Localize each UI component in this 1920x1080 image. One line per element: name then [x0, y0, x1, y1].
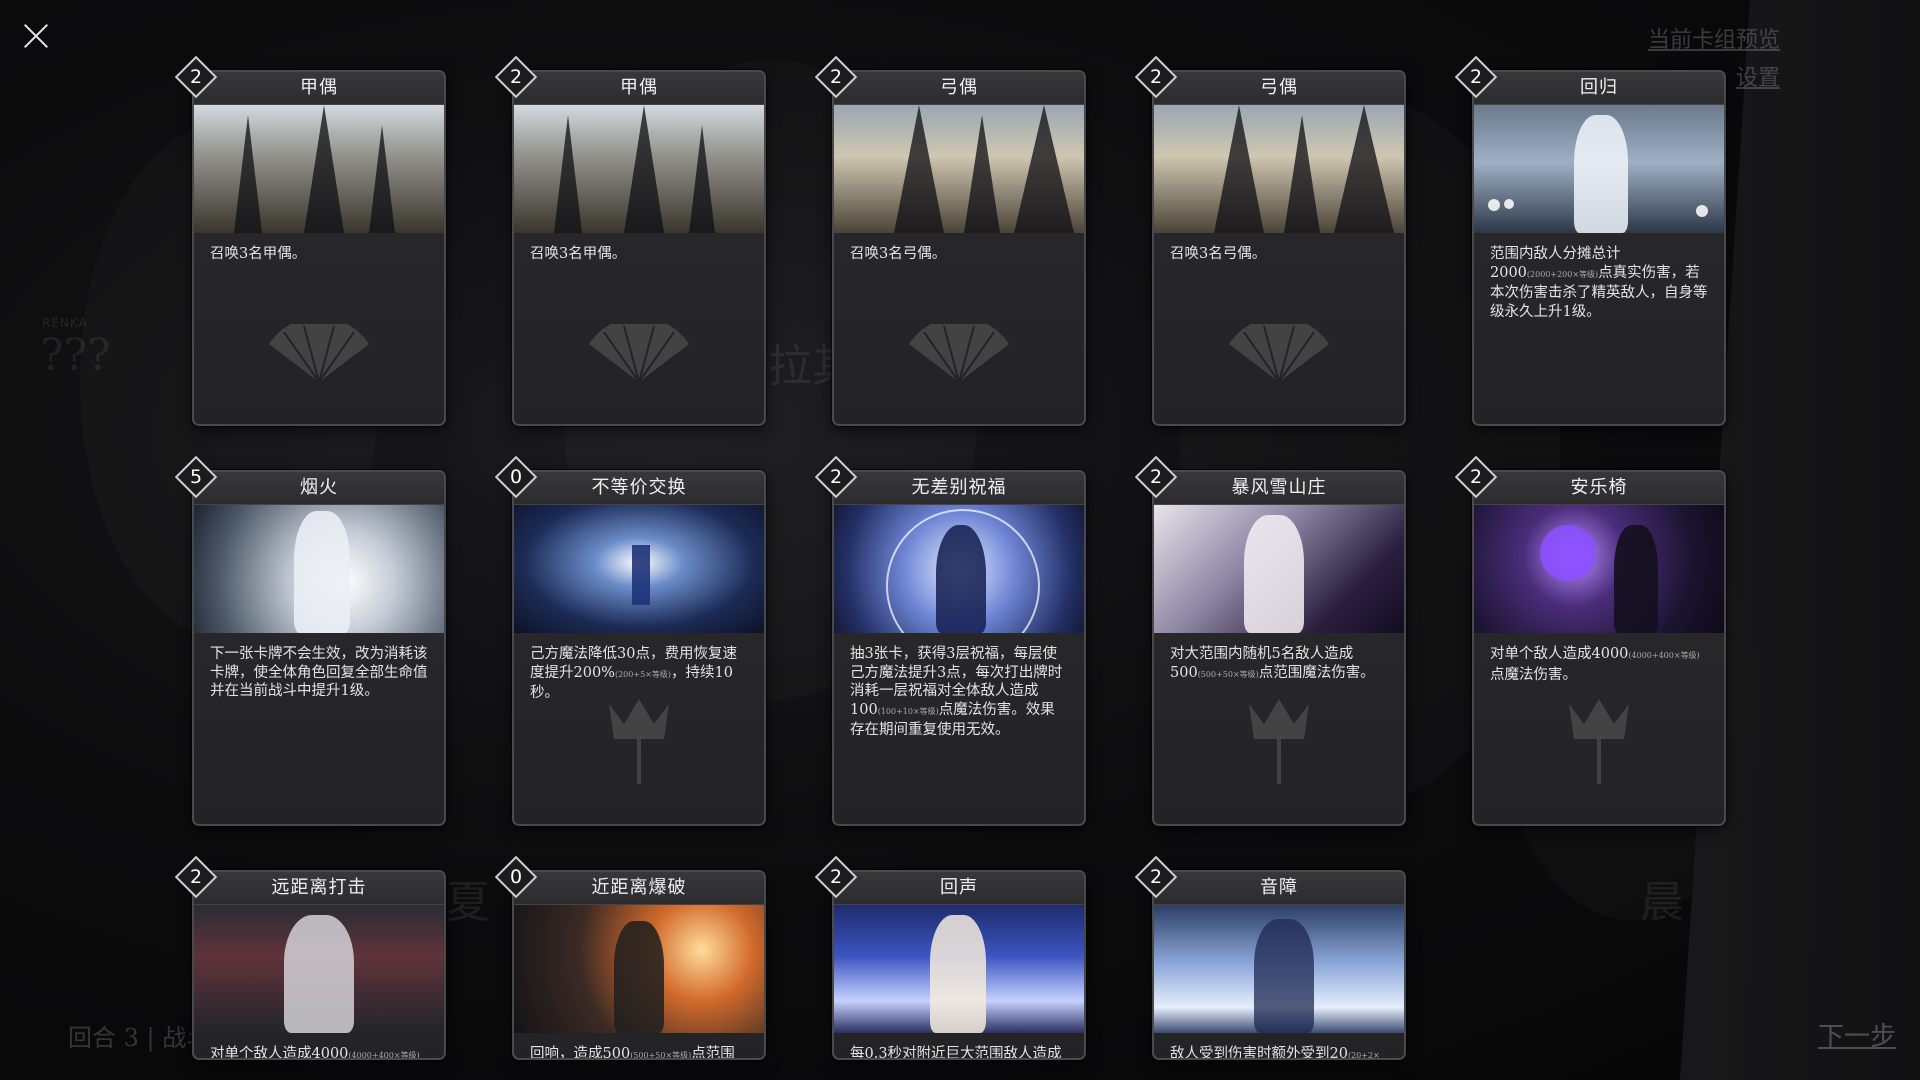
- card-art: [514, 505, 764, 633]
- card-indiscriminate-blessing[interactable]: 无差别祝福 抽3张卡，获得3层祝福，每层使己方魔法提升3点，每次打出牌时消耗一层…: [832, 470, 1086, 826]
- card-description: 范围内敌人分摊总计2000(2000+200×等级)点真实伤害，若本次伤害击杀了…: [1490, 246, 1708, 320]
- card-title: 安乐椅: [1474, 472, 1724, 505]
- card-armor-puppet[interactable]: 甲偶 召唤3名甲偶。: [512, 70, 766, 426]
- card-title: 甲偶: [514, 72, 764, 105]
- card-art: [834, 505, 1084, 633]
- card-description: 每0.3秒对附近巨大范围敌人造成: [850, 1046, 1062, 1060]
- next-step-button[interactable]: 下一步: [1818, 1016, 1896, 1053]
- card-art: [1474, 105, 1724, 233]
- card-art: [1154, 105, 1404, 233]
- card-art: [1474, 505, 1724, 633]
- card-title: 无差别祝福: [834, 472, 1084, 505]
- card-description: 回响，造成500(500+50×等级)点范围: [530, 1046, 735, 1060]
- settings-link[interactable]: 设置: [1736, 60, 1780, 92]
- card-close-blast[interactable]: 近距离爆破 回响，造成500(500+50×等级)点范围: [512, 870, 766, 1060]
- card-description: 对大范围内随机5名敌人造成500(500+50×等级)点范围魔法伤害。: [1170, 646, 1375, 681]
- card-art: [834, 905, 1084, 1033]
- deck-preview-link[interactable]: 当前卡组预览: [1648, 22, 1780, 54]
- card-art: [1154, 505, 1404, 633]
- game-screen: RENKA ??? 拉其 夏 晨 当前卡组预览 设置 回合 3 | 战斗 下一步…: [0, 0, 1920, 1080]
- fan-icon: [909, 324, 1009, 383]
- card-ranged-strike[interactable]: 远距离打击 对单个敌人造成4000(4000+400×等级): [192, 870, 446, 1060]
- card-title: 不等价交换: [514, 472, 764, 505]
- card-snowstorm-villa[interactable]: 暴风雪山庄 对大范围内随机5名敌人造成500(500+50×等级)点范围魔法伤害…: [1152, 470, 1406, 826]
- card-firework[interactable]: 烟火 下一张卡牌不会生效，改为消耗该卡牌，使全体角色回复全部生命值并在当前战斗中…: [192, 470, 446, 826]
- fan-icon: [589, 324, 689, 383]
- card-art: [194, 505, 444, 633]
- card-art: [194, 905, 444, 1033]
- crown-emblem-icon: [1249, 699, 1309, 784]
- card-description: 己方魔法降低30点，费用恢复速度提升200%(200+5×等级)，持续10秒。: [530, 646, 737, 701]
- card-echo[interactable]: 回声 每0.3秒对附近巨大范围敌人造成: [832, 870, 1086, 1060]
- card-title: 烟火: [194, 472, 444, 505]
- close-icon[interactable]: [18, 18, 54, 54]
- card-description: 召唤3名甲偶。: [530, 246, 627, 262]
- card-title: 弓偶: [1154, 72, 1404, 105]
- card-title: 暴风雪山庄: [1154, 472, 1404, 505]
- card-description: 抽3张卡，获得3层祝福，每层使己方魔法提升3点，每次打出牌时消耗一层祝福对全体敌…: [850, 646, 1063, 738]
- card-return[interactable]: 回归 范围内敌人分摊总计2000(2000+200×等级)点真实伤害，若本次伤害…: [1472, 70, 1726, 426]
- card-armchair[interactable]: 安乐椅 对单个敌人造成4000(4000+400×等级)点魔法伤害。: [1472, 470, 1726, 826]
- card-title: 弓偶: [834, 72, 1084, 105]
- crown-emblem-icon: [609, 699, 669, 784]
- fan-icon: [269, 324, 369, 383]
- card-title: 回归: [1474, 72, 1724, 105]
- card-title: 回声: [834, 872, 1084, 905]
- fan-icon: [1229, 324, 1329, 383]
- round-info: 回合 3 | 战斗: [68, 1024, 211, 1052]
- card-sound-barrier[interactable]: 音障 敌人受到伤害时额外受到20(20+2×: [1152, 870, 1406, 1060]
- card-art: [514, 905, 764, 1033]
- card-art: [514, 105, 764, 233]
- card-title: 音障: [1154, 872, 1404, 905]
- card-description: 召唤3名弓偶。: [850, 246, 947, 262]
- card-unequal-exchange[interactable]: 不等价交换 己方魔法降低30点，费用恢复速度提升200%(200+5×等级)，持…: [512, 470, 766, 826]
- card-bow-puppet[interactable]: 弓偶 召唤3名弓偶。: [832, 70, 1086, 426]
- card-description: 召唤3名弓偶。: [1170, 246, 1267, 262]
- card-art: [1154, 905, 1404, 1033]
- card-description: 对单个敌人造成4000(4000+400×等级): [210, 1046, 420, 1060]
- card-title: 远距离打击: [194, 872, 444, 905]
- crown-emblem-icon: [1569, 699, 1629, 784]
- card-armor-puppet[interactable]: 甲偶 召唤3名甲偶。: [192, 70, 446, 426]
- card-title: 甲偶: [194, 72, 444, 105]
- card-art: [194, 105, 444, 233]
- card-art: [834, 105, 1084, 233]
- card-bow-puppet[interactable]: 弓偶 召唤3名弓偶。: [1152, 70, 1406, 426]
- card-title: 近距离爆破: [514, 872, 764, 905]
- card-description: 召唤3名甲偶。: [210, 246, 307, 262]
- card-description: 下一张卡牌不会生效，改为消耗该卡牌，使全体角色回复全部生命值并在当前战斗中提升1…: [210, 646, 428, 699]
- card-description: 对单个敌人造成4000(4000+400×等级)点魔法伤害。: [1490, 646, 1700, 683]
- card-description: 敌人受到伤害时额外受到20(20+2×: [1170, 1046, 1380, 1060]
